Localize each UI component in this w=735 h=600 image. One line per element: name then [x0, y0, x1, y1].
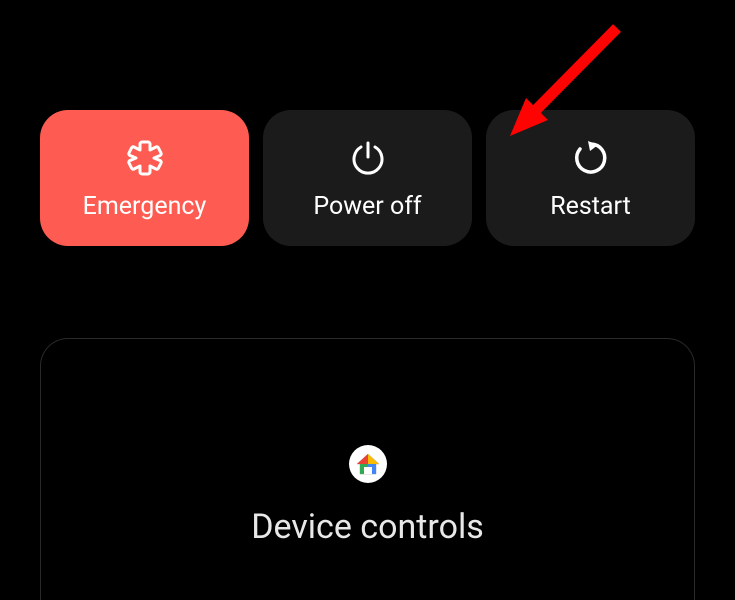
power-off-button[interactable]: Power off: [263, 110, 472, 246]
restart-label: Restart: [550, 192, 631, 221]
power-icon: [349, 136, 387, 180]
power-menu-row: Emergency Power off Restart: [0, 0, 735, 246]
power-off-label: Power off: [313, 192, 421, 221]
restart-button[interactable]: Restart: [486, 110, 695, 246]
device-controls-panel[interactable]: Device controls: [40, 338, 695, 600]
google-home-icon: [349, 445, 387, 483]
emergency-button[interactable]: Emergency: [40, 110, 249, 246]
emergency-icon: [125, 136, 165, 180]
emergency-label: Emergency: [83, 192, 207, 221]
restart-icon: [572, 136, 610, 180]
device-controls-title: Device controls: [251, 507, 484, 547]
